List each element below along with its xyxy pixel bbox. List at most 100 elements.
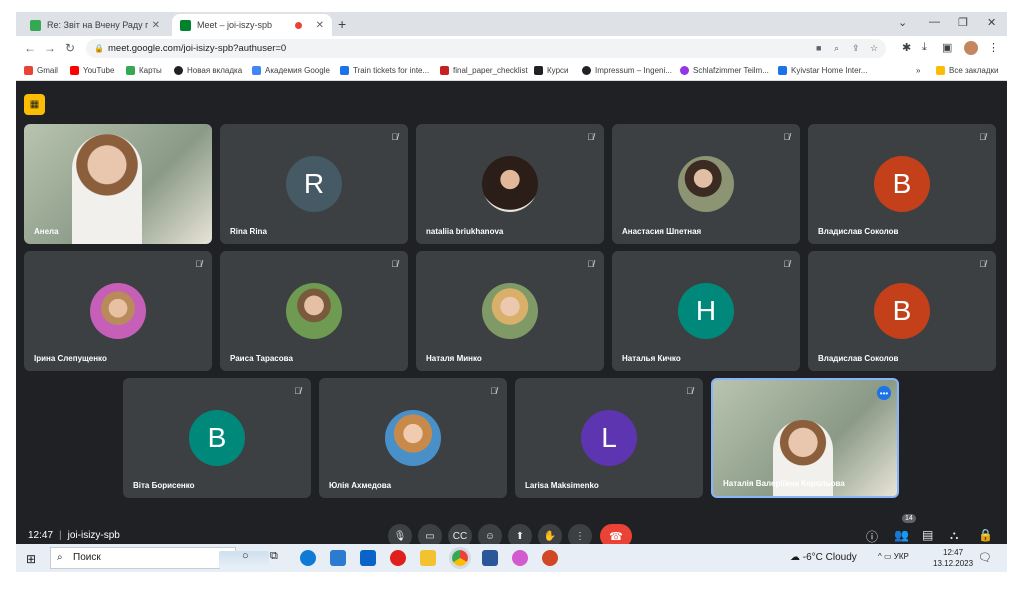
participant-tile[interactable]: 🎙̸ Н Наталья Кичко [612, 251, 800, 371]
side-panel-icon[interactable]: ▣ [942, 41, 952, 54]
bookmarks-bar: Gmail YouTube Карты Новая вкладка Академ… [16, 61, 1007, 81]
address-bar[interactable]: 🔒 meet.google.com/joi-isizy-spb?authuser… [86, 39, 886, 58]
extensions-icon[interactable]: ✱ [902, 41, 911, 54]
system-clock[interactable]: 12:47 13.12.2023 [933, 547, 973, 569]
reload-icon[interactable]: ↻ [65, 41, 75, 55]
mic-off-icon: 🎙̸ [294, 386, 301, 396]
zoom-icon[interactable]: ⌕ [834, 39, 839, 58]
avatar [90, 283, 146, 339]
participant-name: Rina Rina [230, 227, 267, 236]
system-tray[interactable]: ^ ▭ УКР [878, 552, 909, 561]
notifications-icon[interactable]: 🗨 [978, 551, 992, 564]
maximize-button[interactable]: ❐ [958, 16, 968, 29]
share-icon[interactable]: ⇪ [852, 39, 860, 58]
bookmark-maps[interactable]: Карты [126, 66, 162, 75]
bookmark-impressum[interactable]: Impressum – Ingeni... [582, 66, 672, 75]
participant-name: Юлія Ахмедова [329, 481, 392, 490]
self-view-tile[interactable]: ••• Наталія Валеріївна Корольова [711, 378, 899, 498]
word-icon[interactable] [482, 550, 498, 566]
mic-off-icon: 🎙̸ [391, 259, 398, 269]
tab-meet[interactable]: Meet – joi-iszy-spb ✕ [172, 14, 332, 36]
new-tab-button[interactable]: + [338, 16, 346, 32]
host-lock-icon[interactable]: 🔒 [978, 528, 993, 542]
participant-tile[interactable]: 🎙̸ Анастасия Шпетная [612, 124, 800, 244]
participant-tile[interactable]: 🎙̸ R Rina Rina [220, 124, 408, 244]
participant-tile[interactable]: 🎙̸ В Віта Борисенко [123, 378, 311, 498]
opera-icon[interactable] [390, 550, 406, 566]
meeting-details-icon[interactable]: ⓘ [866, 528, 878, 545]
participant-tile[interactable]: 🎙̸ В Владислав Соколов [808, 251, 996, 371]
participant-tile[interactable]: 🎙̸ L Larisa Maksimenko [515, 378, 703, 498]
tab-search-icon[interactable]: ⌄ [898, 16, 907, 29]
all-bookmarks[interactable]: Все закладки [936, 66, 998, 75]
chrome-icon[interactable] [449, 547, 471, 569]
profile-avatar[interactable] [964, 41, 978, 55]
weather-widget[interactable]: ☁ -6°C Cloudy [790, 552, 857, 563]
close-tab-icon[interactable]: ✕ [316, 20, 324, 31]
mail-icon[interactable] [360, 550, 376, 566]
close-window-button[interactable]: ✕ [987, 16, 996, 29]
bookmark-train-tickets[interactable]: Train tickets for inte... [340, 66, 429, 75]
close-tab-icon[interactable]: ✕ [152, 20, 160, 31]
bookmark-gmail[interactable]: Gmail [24, 66, 58, 75]
chat-icon[interactable]: ▤ [922, 528, 933, 542]
bookmark-courses[interactable]: Курси [534, 66, 569, 75]
bookmark-new-tab[interactable]: Новая вкладка [174, 66, 242, 75]
participant-tile[interactable]: 🎙̸ nataliia briukhanova [416, 124, 604, 244]
avatar: В [874, 283, 930, 339]
globe-icon [174, 66, 183, 75]
site-icon [680, 66, 689, 75]
mic-off-icon: 🎙̸ [783, 132, 790, 142]
store-icon[interactable] [330, 550, 346, 566]
powerpoint-icon[interactable] [542, 550, 558, 566]
language-indicator[interactable]: УКР [894, 552, 909, 561]
system-date: 13.12.2023 [933, 559, 974, 568]
tab-title: Meet – joi-iszy-spb [197, 20, 273, 30]
tab-email[interactable]: Re: Звіт на Вчену Раду по ДО - ✕ [22, 14, 168, 36]
participant-tile[interactable]: 🎙̸ Раиса Тарасова [220, 251, 408, 371]
download-icon[interactable]: ⤓ [922, 41, 927, 54]
cortana-icon[interactable]: ○ [242, 550, 258, 566]
participant-name: Владислав Соколов [818, 227, 899, 236]
document-icon [440, 66, 449, 75]
participant-tile[interactable]: 🎙̸ Наталя Минко [416, 251, 604, 371]
menu-dots-icon[interactable]: ⋮ [988, 41, 999, 54]
participant-tile[interactable]: 🎙̸ Ірина Слепущенко [24, 251, 212, 371]
task-view-icon[interactable]: ⧉ [270, 550, 286, 566]
windows-start-icon[interactable]: ⊞ [26, 552, 36, 566]
meeting-code: joi-isizy-spb [67, 530, 120, 541]
bookmark-youtube[interactable]: YouTube [70, 66, 114, 75]
participant-tile[interactable]: 🎙̸ В Владислав Соколов [808, 124, 996, 244]
messenger-icon[interactable] [512, 550, 528, 566]
participant-name: Владислав Соколов [818, 354, 899, 363]
forward-arrow-icon[interactable]: → [44, 41, 56, 55]
screen: Re: Звіт на Вчену Раду по ДО - ✕ Meet – … [16, 12, 1007, 572]
bookmark-google-academy[interactable]: Академия Google [252, 66, 330, 75]
activities-icon[interactable]: ⛬ [950, 528, 958, 543]
bookmarks-overflow-icon[interactable]: » [916, 66, 920, 75]
bookmark-schlafzimmer[interactable]: Schlafzimmer Teilm... [680, 66, 769, 75]
browser-toolbar: ← → ↻ 🔒 meet.google.com/joi-isizy-spb?au… [16, 36, 1007, 61]
people-count-badge: 14 [902, 514, 916, 523]
edge-icon[interactable] [300, 550, 316, 566]
file-explorer-icon[interactable] [420, 550, 436, 566]
participant-tile[interactable]: Анела [24, 124, 212, 244]
camera-in-use-icon[interactable]: ■ [816, 39, 821, 58]
participant-name: Раиса Тарасова [230, 354, 293, 363]
host-controls-icon[interactable]: ▦ [24, 94, 45, 115]
participant-name: Анастасия Шпетная [622, 227, 702, 236]
more-options-icon[interactable]: ••• [877, 386, 891, 400]
search-icon: ⌕ [57, 552, 63, 563]
bookmark-star-icon[interactable]: ☆ [870, 39, 878, 58]
youtube-icon [70, 66, 79, 75]
lock-icon: 🔒 [94, 44, 104, 53]
minimize-button[interactable]: — [929, 16, 940, 28]
mic-off-icon: 🎙̸ [783, 259, 790, 269]
people-icon[interactable]: 👥 [894, 528, 909, 542]
taskbar-search[interactable]: ⌕ Поиск [50, 547, 269, 569]
participant-tile[interactable]: 🎙̸ Юлія Ахмедова [319, 378, 507, 498]
academy-icon [252, 66, 261, 75]
bookmark-kyivstar[interactable]: Kyivstar Home Inter... [778, 66, 867, 75]
back-arrow-icon[interactable]: ← [24, 41, 36, 55]
bookmark-final-paper[interactable]: final_paper_checklist [440, 66, 528, 75]
